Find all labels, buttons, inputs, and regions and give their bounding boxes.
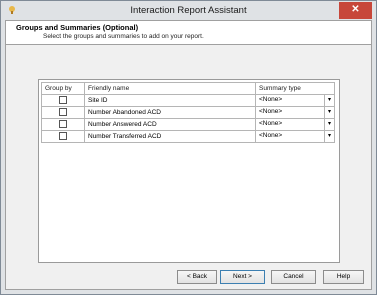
table-row: Number Answered ACD <None> ▾	[41, 117, 335, 131]
page-subtitle: Select the groups and summaries to add o…	[43, 33, 204, 40]
next-button[interactable]: Next >	[220, 270, 265, 284]
table-row: Number Abandoned ACD <None> ▾	[41, 105, 335, 119]
table-row: Site ID <None> ▾	[41, 93, 335, 107]
group-by-checkbox[interactable]	[59, 108, 67, 116]
summary-type-value: <None>	[259, 107, 283, 115]
summary-type-value: <None>	[259, 119, 283, 127]
groups-grid[interactable]: Group by Friendly name Summary type Site…	[38, 79, 340, 263]
table-row: Number Transferred ACD <None> ▾	[41, 129, 335, 143]
summary-type-dropdown[interactable]: <None> ▾	[256, 130, 334, 142]
group-by-checkbox[interactable]	[59, 120, 67, 128]
window-title: Interaction Report Assistant	[130, 5, 247, 16]
friendly-name-cell: Site ID	[84, 93, 256, 107]
chevron-down-icon[interactable]: ▾	[324, 106, 334, 118]
chevron-down-icon[interactable]: ▾	[324, 94, 334, 106]
column-header-summary-type[interactable]: Summary type	[255, 82, 335, 95]
close-button[interactable]: ✕	[339, 2, 372, 19]
column-header-group-by[interactable]: Group by	[41, 82, 85, 95]
chevron-down-icon[interactable]: ▾	[324, 118, 334, 130]
summary-type-dropdown[interactable]: <None> ▾	[256, 118, 334, 130]
page-title: Groups and Summaries (Optional)	[16, 23, 139, 32]
wizard-header: Groups and Summaries (Optional) Select t…	[6, 21, 371, 45]
summary-type-value: <None>	[259, 95, 283, 103]
friendly-name-cell: Number Transferred ACD	[84, 129, 256, 143]
summary-type-dropdown[interactable]: <None> ▾	[256, 94, 334, 106]
summary-type-value: <None>	[259, 131, 283, 139]
friendly-name-cell: Number Abandoned ACD	[84, 105, 256, 119]
grid-header-row: Group by Friendly name Summary type	[41, 82, 335, 95]
chevron-down-icon[interactable]: ▾	[324, 130, 334, 142]
column-header-friendly-name[interactable]: Friendly name	[84, 82, 256, 95]
group-by-checkbox[interactable]	[59, 132, 67, 140]
dialog-window: Interaction Report Assistant ✕ Groups an…	[0, 0, 377, 295]
friendly-name-cell: Number Answered ACD	[84, 117, 256, 131]
wizard-body: Groups and Summaries (Optional) Select t…	[5, 20, 372, 290]
group-by-checkbox[interactable]	[59, 96, 67, 104]
cancel-button[interactable]: Cancel	[271, 270, 316, 284]
back-button[interactable]: < Back	[177, 270, 217, 284]
title-bar[interactable]: Interaction Report Assistant ✕	[1, 1, 376, 20]
help-button[interactable]: Help	[323, 270, 364, 284]
summary-type-dropdown[interactable]: <None> ▾	[256, 106, 334, 118]
